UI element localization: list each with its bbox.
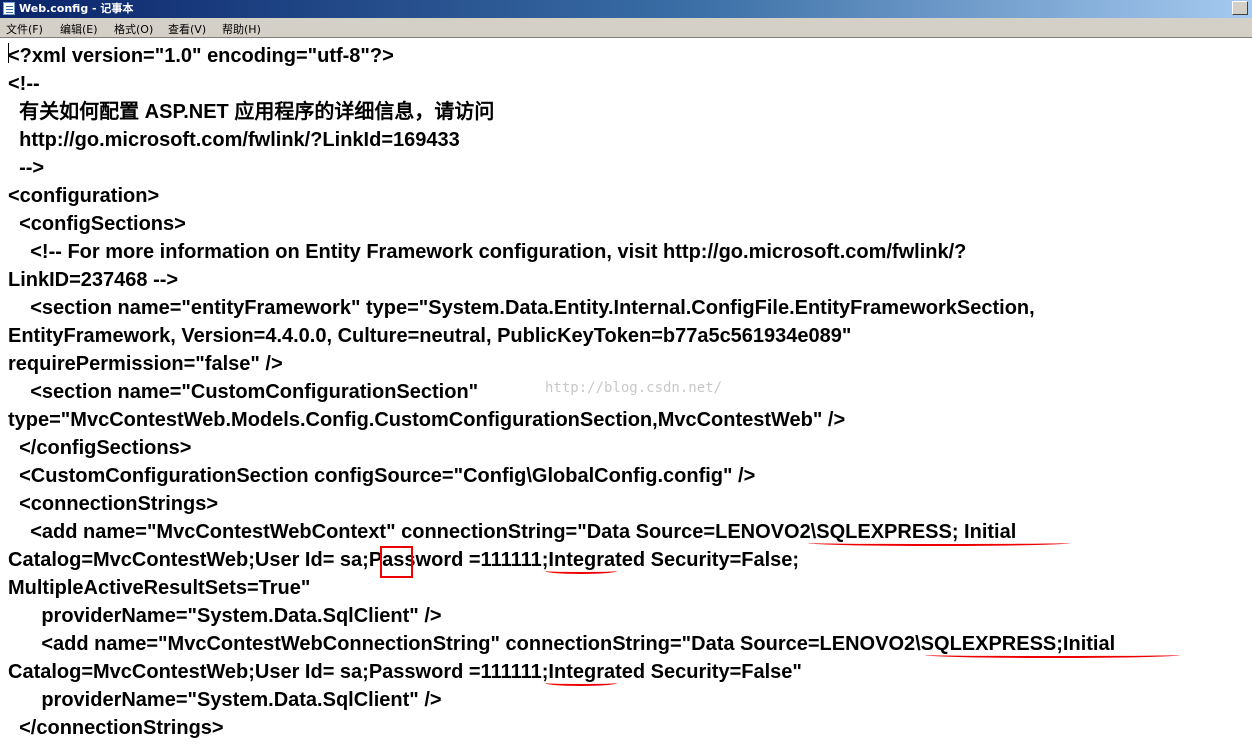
- underline-password-1: [545, 568, 617, 574]
- editor-line: type="MvcContestWeb.Models.Config.Custom…: [8, 409, 846, 431]
- editor-line: 有关如何配置 ASP.NET 应用程序的详细信息，请访问: [8, 101, 495, 123]
- editor-line: MultipleActiveResultSets=True": [8, 577, 311, 599]
- highlight-box-user-id: [380, 546, 413, 578]
- menu-format[interactable]: 格式(O): [114, 21, 153, 37]
- editor-line: <configSections>: [8, 213, 186, 235]
- editor-line: <!-- For more information on Entity Fram…: [8, 241, 967, 263]
- underline-data-source-1: [808, 540, 1070, 546]
- editor-line: <section name="entityFramework" type="Sy…: [8, 297, 1035, 319]
- editor-line: <connectionStrings>: [8, 493, 219, 515]
- editor-line: LinkID=237468 -->: [8, 269, 179, 291]
- editor-line: </connectionStrings>: [8, 717, 224, 739]
- editor-line: EntityFramework, Version=4.4.0.0, Cultur…: [8, 325, 852, 347]
- watermark: http://blog.csdn.net/: [545, 380, 723, 396]
- notepad-icon: [3, 2, 15, 15]
- menu-help[interactable]: 帮助(H): [222, 21, 261, 37]
- editor-line: <!--: [8, 73, 40, 95]
- underline-password-2: [545, 680, 617, 686]
- editor-line: Catalog=MvcContestWeb;User Id= sa;Passwo…: [8, 661, 802, 683]
- editor-line: -->: [8, 157, 45, 179]
- close-icon[interactable]: [1232, 1, 1248, 15]
- editor-line: <CustomConfigurationSection configSource…: [8, 465, 756, 487]
- editor-line: <?xml version="1.0" encoding="utf-8"?>: [8, 45, 394, 67]
- underline-data-source-2: [925, 652, 1180, 658]
- editor-line: <configuration>: [8, 185, 160, 207]
- editor-line: requirePermission="false" />: [8, 353, 283, 375]
- menu-edit[interactable]: 编辑(E): [60, 21, 98, 37]
- editor-line: http://go.microsoft.com/fwlink/?LinkId=1…: [8, 129, 460, 151]
- window-title: Web.config - 记事本: [19, 2, 134, 15]
- editor-line: providerName="System.Data.SqlClient" />: [8, 605, 442, 627]
- editor-line: <section name="CustomConfigurationSectio…: [8, 381, 479, 403]
- title-bar[interactable]: Web.config - 记事本: [0, 0, 1252, 18]
- menu-file[interactable]: 文件(F): [6, 21, 43, 37]
- text-editor[interactable]: <?xml version="1.0" encoding="utf-8"?> <…: [0, 38, 1252, 756]
- menu-view[interactable]: 查看(V): [168, 21, 206, 37]
- editor-line: providerName="System.Data.SqlClient" />: [8, 689, 442, 711]
- editor-line: </configSections>: [8, 437, 192, 459]
- menu-bar: 文件(F) 编辑(E) 格式(O) 查看(V) 帮助(H): [0, 18, 1252, 38]
